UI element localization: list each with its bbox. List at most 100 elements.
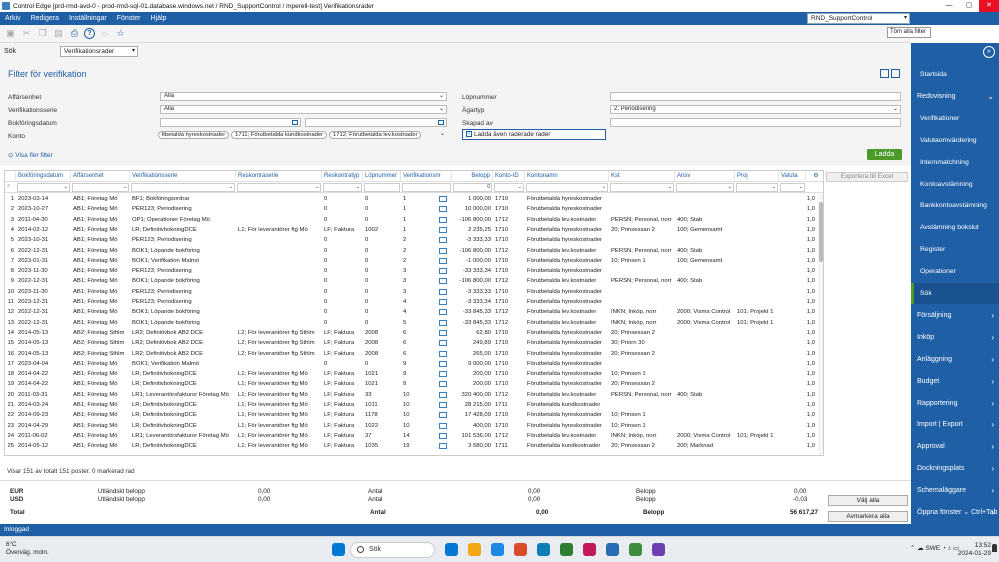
table-row[interactable]: 24 2011-06-02 AB1; Företag Mö LR1; Leverant… [5, 431, 817, 441]
sidebar-item[interactable]: Approval › [911, 436, 999, 457]
show-more-filters[interactable]: ⊙ Visa fler filter [8, 151, 53, 159]
menu-arkiv[interactable]: Arkiv [0, 15, 26, 22]
column-filter[interactable] [402, 183, 451, 192]
table-row[interactable]: 18 2014-04-22 AB1; Företag Mö LR; Definitiv… [5, 369, 817, 379]
scroll-thumb[interactable] [819, 202, 823, 262]
table-row[interactable]: 6 2022-12-31 AB1; Företag Mö BOK1; Löpande … [5, 246, 817, 256]
lopnummer-input[interactable] [610, 92, 901, 101]
sidebar-item[interactable]: Register [911, 239, 999, 260]
col-header[interactable]: Reskontratyp [322, 171, 363, 182]
verifikationsserie-select[interactable]: Alla ⌄ [160, 105, 447, 114]
table-row[interactable]: 19 2014-04-22 AB1; Företag Mö LR; Definitiv… [5, 379, 817, 389]
table-row[interactable]: 9 2022-12-31 AB1; Företag Mö BOK1; Löpande … [5, 276, 817, 286]
clear-filter-icon[interactable] [880, 69, 889, 78]
col-header[interactable]: Kontonamn [525, 171, 609, 182]
export-excel-button[interactable]: Exportera till Excel [826, 172, 908, 182]
include-deleted-checkbox[interactable]: ✓ Ladda även raderade rader [462, 129, 606, 140]
chat-icon[interactable]: ◌ [98, 27, 111, 40]
table-row[interactable]: 10 2023-11-30 AB1; Företag Mö PER123; Perio… [5, 287, 817, 297]
menu-fonster[interactable]: Fönster [112, 15, 146, 22]
column-filter[interactable]: ⌄ [323, 183, 362, 192]
col-header[interactable]: Ansv [675, 171, 735, 182]
col-header[interactable]: Affärsenhet [71, 171, 130, 182]
open-voucher-icon[interactable] [439, 350, 447, 357]
cut-icon[interactable]: ✂ [20, 27, 33, 40]
sidebar-item[interactable]: Sök [911, 283, 999, 304]
open-voucher-icon[interactable] [439, 319, 447, 326]
select-all-button[interactable]: Välj alla [828, 495, 908, 506]
table-row[interactable]: 11 2023-12-31 AB1; Företag Mö PER123; Perio… [5, 297, 817, 307]
load-button[interactable]: Ladda [867, 149, 902, 160]
open-voucher-icon[interactable] [439, 247, 447, 254]
open-voucher-icon[interactable] [439, 299, 447, 305]
date-to-input[interactable] [305, 118, 447, 127]
table-row[interactable]: 7 2023-01-31 AB1; Företag Mö BOK1; Verifika… [5, 256, 817, 266]
table-row[interactable]: 16 2014-05-13 AB2; Företag Sthlm LR2; Defin… [5, 349, 817, 359]
taskbar-app-icon[interactable] [629, 543, 642, 556]
open-voucher-icon[interactable] [439, 268, 447, 275]
column-filter[interactable]: ⌄ [17, 183, 70, 192]
view-select[interactable]: Verifikationsrader ▾ [60, 46, 138, 57]
sidebar-item[interactable]: Redovisning ⌄ [911, 86, 999, 107]
column-settings-icon[interactable]: ⚙ [806, 171, 823, 182]
paste-icon[interactable]: ▤ [52, 27, 65, 40]
konto-chip[interactable]: ltbetalda hyreskostnader [158, 131, 230, 139]
column-filter[interactable]: ⌄ [736, 183, 778, 192]
sidebar-item[interactable]: Verifikationer [911, 108, 999, 129]
column-filter[interactable]: ⌄ [780, 183, 805, 192]
sidebar-item[interactable]: Anläggning › [911, 349, 999, 370]
column-filter[interactable]: ⌄ [610, 183, 674, 192]
column-filter[interactable]: ⌄ [494, 183, 524, 192]
open-voucher-icon[interactable] [439, 257, 447, 264]
konto-chip[interactable]: 1712; Förutbetalda lev.kostnader [329, 131, 422, 139]
table-row[interactable]: 8 2023-11-30 AB1; Företag Mö PER123; Period… [5, 266, 817, 276]
open-voucher-icon[interactable] [439, 309, 447, 316]
notification-icon[interactable] [992, 544, 997, 552]
table-row[interactable]: 23 2014-04-29 AB1; Företag Mö LR; Definitiv… [5, 421, 817, 431]
column-filter[interactable]: 0 [453, 183, 492, 192]
taskbar-app-icon[interactable] [652, 543, 665, 556]
weather-widget[interactable]: 6°C Överväg. moln. [6, 541, 49, 557]
calendar-icon[interactable] [438, 120, 444, 125]
table-row[interactable]: 17 2023-04-04 AB1; Företag Mö BOK1; Verifik… [5, 359, 817, 369]
taskbar-app-icon[interactable] [491, 543, 504, 556]
star-icon[interactable]: ☆ [114, 27, 127, 40]
deselect-all-button[interactable]: Avmarkera alla [828, 511, 908, 522]
sidebar-item[interactable]: Internmatchning [911, 152, 999, 173]
open-voucher-icon[interactable] [439, 206, 447, 213]
taskbar-app-icon[interactable] [606, 543, 619, 556]
table-row[interactable]: 1 2023-03-14 AB1; Företag Mö BF1; Bokföring… [5, 194, 817, 204]
menu-redigera[interactable]: Redigera [26, 15, 64, 22]
sidebar-item[interactable]: Bankkontoavstämning [911, 195, 999, 216]
sidebar-item[interactable]: Schemaläggare › [911, 480, 999, 501]
open-voucher-icon[interactable] [439, 216, 447, 223]
column-filter[interactable]: ⌄ [131, 183, 235, 192]
col-header[interactable]: Valuta [779, 171, 806, 182]
open-voucher-icon[interactable] [439, 360, 447, 367]
company-select[interactable]: RND_SupportControl ▾ [807, 13, 910, 24]
open-voucher-icon[interactable] [439, 237, 447, 244]
taskbar-app-icon[interactable] [445, 543, 458, 556]
sidebar-item[interactable]: Startsida [911, 64, 999, 85]
taskbar-app-icon[interactable] [468, 543, 481, 556]
table-row[interactable]: 22 2014-09-23 AB1; Företag Mö LR; Definitiv… [5, 410, 817, 420]
calendar-icon[interactable] [292, 120, 298, 125]
clock[interactable]: 13:52 2024-01-29 [958, 542, 991, 558]
open-voucher-icon[interactable] [439, 432, 447, 439]
table-row[interactable]: 4 2014-02-12 AB1; Företag Mö LR; Definitivb… [5, 225, 817, 235]
skapad-av-input[interactable] [610, 118, 901, 127]
table-row[interactable]: 25 2014-05-12 AB1; Företag Mö LR; Definitiv… [5, 441, 817, 451]
taskbar-app-icon[interactable] [560, 543, 573, 556]
col-header[interactable]: Konto-ID [493, 171, 525, 182]
table-row[interactable]: 13 2022-12-31 AB1; Företag Mö BOK1; Löpande… [5, 318, 817, 328]
column-filter[interactable]: ⌄ [676, 183, 734, 192]
minimize-button[interactable]: — [939, 0, 959, 12]
taskbar-app-icon[interactable] [583, 543, 596, 556]
table-row[interactable]: 20 2011-03-31 AB1; Företag Mö LR1; Leverant… [5, 390, 817, 400]
col-header[interactable]: Proj [735, 171, 779, 182]
vertical-scrollbar[interactable] [818, 194, 823, 455]
menu-installningar[interactable]: Inställningar [64, 15, 112, 22]
sidebar-item[interactable]: Öppna fönster ⌄ Ctrl+Tab › [911, 502, 999, 523]
help-icon[interactable]: ? [84, 28, 95, 39]
open-voucher-icon[interactable] [439, 381, 447, 388]
